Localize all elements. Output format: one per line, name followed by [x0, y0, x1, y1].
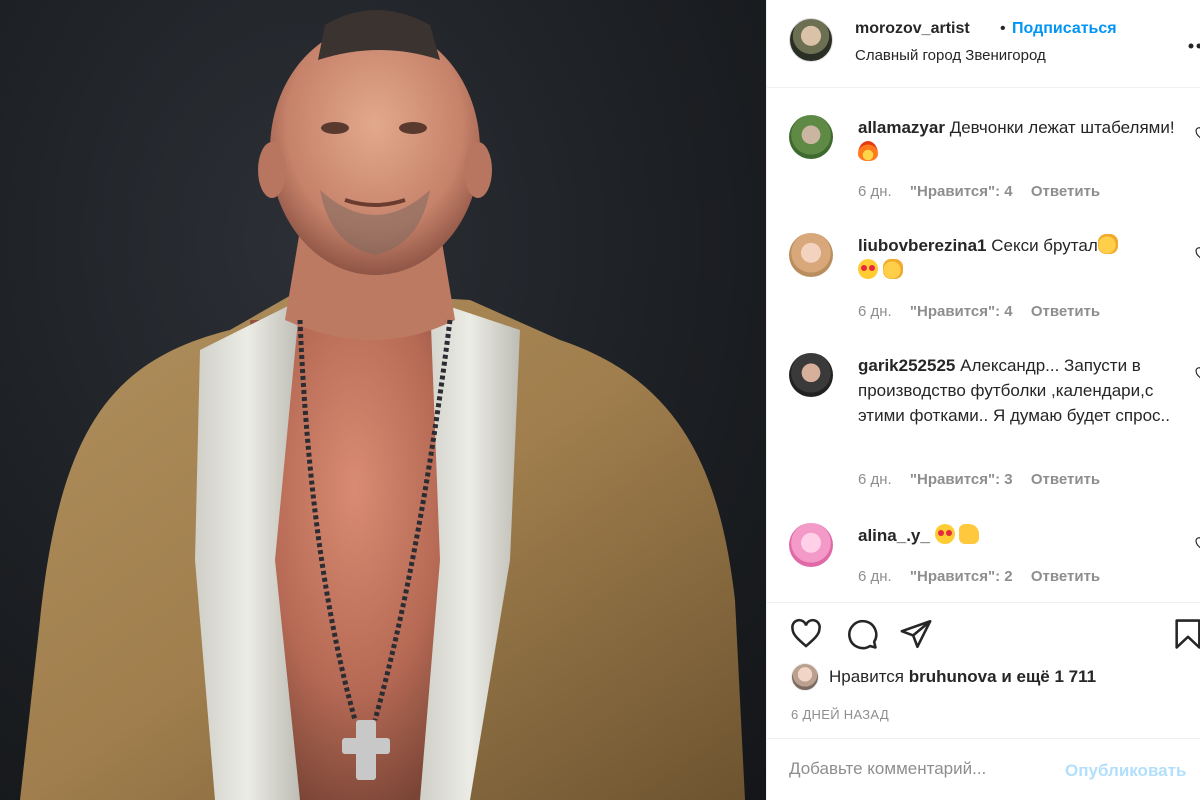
comment-username[interactable]: allamazyar [858, 118, 945, 137]
comment-body: Девчонки лежат штабелями! [949, 118, 1175, 137]
comment-text: allamazyar Девчонки лежат штабелями! [858, 115, 1178, 165]
follow-button[interactable]: Подписаться [1012, 20, 1117, 38]
portrait-illustration [20, 10, 745, 800]
comment-username[interactable]: garik252525 [858, 356, 955, 375]
reply-button[interactable]: Ответить [1031, 183, 1100, 200]
comment-text: alina_.y_ [858, 523, 1178, 548]
post-actions: Нравится bruhunova и ещё 1 711 6 ДНЕЙ НА… [767, 602, 1200, 722]
comment-username[interactable]: alina_.y_ [858, 526, 930, 545]
comment-likes[interactable]: "Нравится": 4 [910, 303, 1013, 320]
author-avatar[interactable] [789, 18, 833, 62]
comment-age: 6 дн. [858, 183, 892, 200]
comment-likes[interactable]: "Нравится": 2 [910, 568, 1013, 585]
fire-emoji-icon [858, 141, 878, 161]
publish-button[interactable]: Опубликовать [1065, 761, 1186, 781]
post-header: morozov_artist • Подписаться Славный гор… [767, 0, 1200, 88]
reply-button[interactable]: Ответить [1031, 471, 1100, 488]
reply-button[interactable]: Ответить [1031, 303, 1100, 320]
share-send-icon[interactable] [899, 617, 933, 651]
comment-age: 6 дн. [858, 303, 892, 320]
likes-summary[interactable]: Нравится bruhunova и ещё 1 711 [829, 667, 1096, 687]
post-time-ago: 6 ДНЕЙ НАЗАД [791, 707, 889, 722]
commenter-avatar[interactable] [789, 233, 833, 277]
likes-user[interactable]: bruhunova [909, 667, 997, 686]
comment-age: 6 дн. [858, 471, 892, 488]
clapping-hands-emoji-icon [882, 259, 903, 279]
commenter-avatar[interactable] [789, 523, 833, 567]
more-options-icon[interactable] [1185, 32, 1200, 60]
separator-dot: • [1000, 20, 1006, 37]
comment-meta: 6 дн. "Нравится": 3 Ответить [858, 471, 1114, 488]
comment-like-heart-icon[interactable] [1195, 537, 1200, 551]
comment-body: Секси брутал [991, 236, 1098, 255]
liker-avatar[interactable] [791, 663, 819, 691]
clapping-hands-emoji-icon [1097, 234, 1118, 254]
likes-prefix: Нравится [829, 667, 905, 686]
comment-text: liubovberezina1 Секси брутал [858, 233, 1178, 283]
comment-like-heart-icon[interactable] [1195, 247, 1200, 261]
comment-likes[interactable]: "Нравится": 3 [910, 471, 1013, 488]
comment-text: garik252525 Александр... Запусти в произ… [858, 353, 1178, 428]
commenter-avatar[interactable] [789, 115, 833, 159]
reply-button[interactable]: Ответить [1031, 568, 1100, 585]
comment-meta: 6 дн. "Нравится": 4 Ответить [858, 303, 1114, 320]
comment-input[interactable] [789, 759, 1059, 779]
comment-username[interactable]: liubovberezina1 [858, 236, 986, 255]
author-username[interactable]: morozov_artist [855, 20, 970, 38]
thumbs-up-emoji-icon [959, 524, 980, 544]
post-location[interactable]: Славный город Звенигород [855, 47, 1046, 64]
comment-meta: 6 дн. "Нравится": 4 Ответить [858, 183, 1114, 200]
post-side-panel: morozov_artist • Подписаться Славный гор… [766, 0, 1200, 800]
commenter-avatar[interactable] [789, 353, 833, 397]
comment-likes[interactable]: "Нравится": 4 [910, 183, 1013, 200]
likes-count[interactable]: и ещё 1 711 [1001, 667, 1096, 686]
add-comment-bar: Опубликовать [767, 738, 1200, 800]
heart-eyes-emoji-icon [858, 259, 878, 279]
comment-like-heart-icon[interactable] [1195, 127, 1200, 141]
bookmark-save-icon[interactable] [1171, 617, 1200, 651]
comment-age: 6 дн. [858, 568, 892, 585]
comment-bubble-icon[interactable] [845, 617, 879, 651]
comment-like-heart-icon[interactable] [1195, 367, 1200, 381]
post-photo[interactable] [0, 0, 766, 800]
heart-eyes-emoji-icon [934, 524, 955, 544]
like-heart-icon[interactable] [789, 617, 823, 651]
comment-meta: 6 дн. "Нравится": 2 Ответить [858, 568, 1114, 585]
